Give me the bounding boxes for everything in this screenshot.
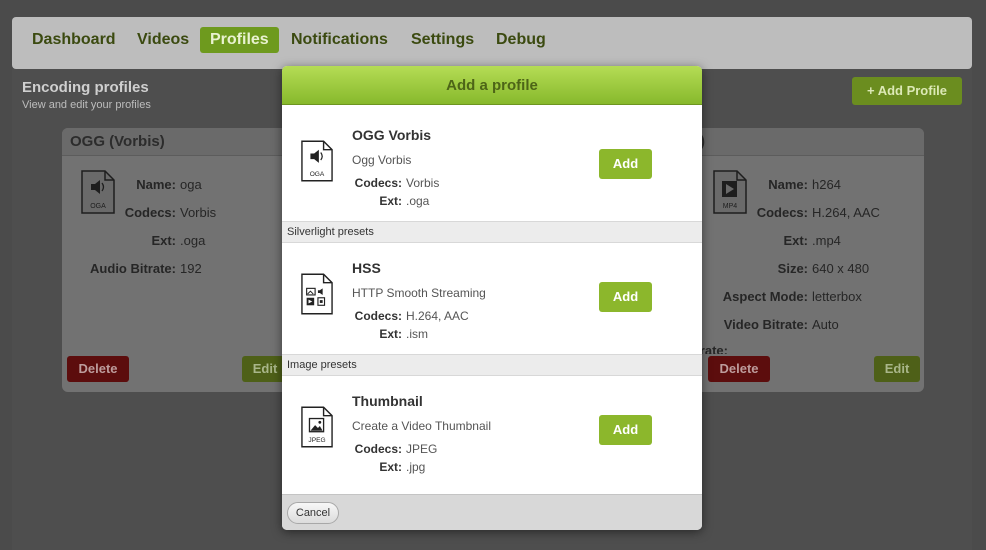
preset-item-thumbnail: JPEG Thumbnail Create a Video Thumbnail … <box>282 379 702 483</box>
top-navbar: Dashboard Videos Profiles Notifications … <box>12 17 972 69</box>
nav-profiles[interactable]: Profiles <box>200 27 279 53</box>
preset-description: Ogg Vorbis <box>352 153 412 167</box>
preset-title: OGG Vorbis <box>352 127 432 143</box>
preset-description: Create a Video Thumbnail <box>352 419 491 433</box>
modal-footer: Cancel <box>282 494 702 530</box>
nav-debug[interactable]: Debug <box>486 27 556 53</box>
preset-item-hss: HSS HTTP Smooth Streaming Codecs: H.264, … <box>282 246 702 350</box>
add-profile-button[interactable]: + Add Profile <box>852 77 962 105</box>
delete-button[interactable]: Delete <box>708 356 770 382</box>
preset-item-ogg-vorbis: OGA OGG Vorbis Ogg Vorbis Codecs: Vorbis … <box>282 113 702 217</box>
preset-title: Thumbnail <box>352 393 423 409</box>
nav-dashboard[interactable]: Dashboard <box>22 27 126 53</box>
nav-settings[interactable]: Settings <box>401 27 484 53</box>
audio-file-icon: OGA <box>301 140 333 182</box>
preset-description: HTTP Smooth Streaming <box>352 286 486 300</box>
preset-title: HSS <box>352 260 381 276</box>
modal-body[interactable]: OGA OGG Vorbis Ogg Vorbis Codecs: Vorbis … <box>282 105 702 494</box>
card-row: Audio Bitrate:128 <box>688 343 728 354</box>
modal-title: Add a profile <box>282 66 702 105</box>
cancel-button[interactable]: Cancel <box>287 502 339 524</box>
page-title: Encoding profiles <box>22 79 149 96</box>
image-file-icon: JPEG <box>301 406 333 448</box>
section-header: Image presets <box>282 354 702 376</box>
icon-label: MP4 <box>723 203 738 210</box>
section-header: Silverlight presets <box>282 221 702 243</box>
audio-file-icon: OGA <box>81 170 115 214</box>
add-preset-button[interactable]: Add <box>599 415 652 445</box>
media-file-icon <box>301 273 333 315</box>
add-preset-button[interactable]: Add <box>599 282 652 312</box>
nav-notifications[interactable]: Notifications <box>281 27 398 53</box>
delete-button[interactable]: Delete <box>67 356 129 382</box>
video-file-icon: MP4 <box>713 170 747 214</box>
add-profile-modal: Add a profile OGA OGG Vorbis Ogg Vorbis … <box>282 66 702 530</box>
edit-button[interactable]: Edit <box>874 356 920 382</box>
nav-videos[interactable]: Videos <box>127 27 199 53</box>
icon-label: OGA <box>90 203 106 210</box>
add-preset-button[interactable]: Add <box>599 149 652 179</box>
page-subtitle: View and edit your profiles <box>22 99 151 111</box>
icon-label: OGA <box>310 171 325 178</box>
icon-label: JPEG <box>308 437 325 444</box>
